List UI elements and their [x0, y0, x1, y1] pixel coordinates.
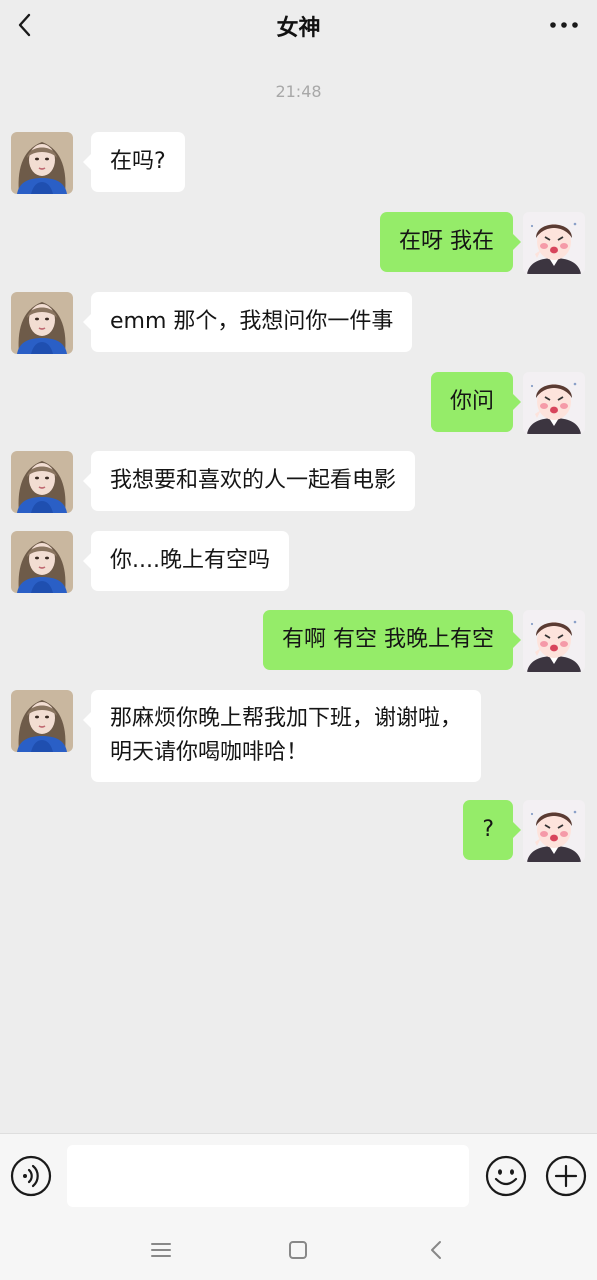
message-line: 那麻烦你晚上帮我加下班，谢谢啦，: [110, 706, 463, 731]
chat-title: 女神: [276, 16, 321, 41]
more-icon: [550, 22, 578, 28]
plus-button[interactable]: [545, 1155, 587, 1197]
system-nav-bar: [0, 1218, 597, 1280]
contact-avatar[interactable]: [11, 132, 73, 194]
emoji-button[interactable]: [485, 1155, 527, 1197]
outgoing-message[interactable]: 在呀 我在: [380, 212, 521, 272]
contact-avatar[interactable]: [11, 451, 73, 513]
outgoing-message[interactable]: 有啊 有空 我晚上有空: [263, 610, 521, 670]
incoming-message[interactable]: 那麻烦你晚上帮我加下班，谢谢啦， 明天请你喝咖啡哈！: [82, 690, 482, 782]
outgoing-message[interactable]: 你问: [430, 372, 522, 432]
my-avatar[interactable]: [523, 212, 585, 274]
message-timestamp: 21:48: [275, 82, 322, 101]
my-avatar[interactable]: [523, 372, 585, 434]
outgoing-message[interactable]: ?: [463, 800, 521, 860]
back-nav-button[interactable]: [423, 1236, 451, 1264]
plus-icon: [545, 1155, 587, 1197]
home-icon: [289, 1241, 307, 1259]
contact-avatar[interactable]: [11, 690, 73, 752]
incoming-message[interactable]: 在吗?: [83, 132, 185, 192]
chevron-left-icon: [18, 13, 31, 37]
input-bar: [0, 1133, 597, 1218]
incoming-message[interactable]: 你....晚上有空吗: [83, 531, 289, 591]
menu-icon: [151, 1243, 171, 1257]
back-icon: [431, 1241, 441, 1259]
contact-avatar[interactable]: [11, 531, 73, 593]
chat-header: 女神: [0, 0, 597, 52]
voice-icon: [10, 1155, 52, 1197]
my-avatar[interactable]: [523, 610, 585, 672]
more-button[interactable]: [547, 12, 581, 38]
emoji-icon: [485, 1155, 527, 1197]
incoming-message[interactable]: emm 那个，我想问你一件事: [82, 292, 413, 352]
message-line: 明天请你喝咖啡哈！: [110, 740, 309, 765]
contact-avatar[interactable]: [11, 292, 73, 354]
message-input[interactable]: [67, 1145, 469, 1207]
incoming-message[interactable]: 我想要和喜欢的人一起看电影: [82, 451, 416, 511]
back-button[interactable]: [10, 10, 40, 40]
voice-button[interactable]: [10, 1155, 52, 1197]
my-avatar[interactable]: [523, 800, 585, 862]
home-nav-button[interactable]: [284, 1236, 312, 1264]
menu-nav-button[interactable]: [147, 1236, 175, 1264]
